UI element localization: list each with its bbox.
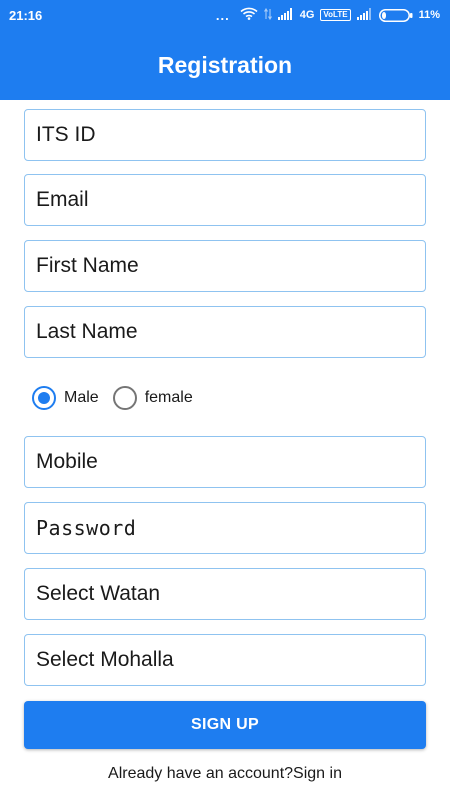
status-time: 21:16: [9, 7, 43, 23]
wifi-icon: [240, 7, 258, 23]
mohalla-select[interactable]: Select Mohalla: [24, 634, 426, 686]
signal-icon-2: [356, 7, 373, 23]
password-input[interactable]: Password: [24, 502, 426, 554]
gender-radio-group: Male female: [32, 384, 207, 412]
first-name-placeholder: First Name: [36, 254, 139, 277]
sign-up-label: SIGN UP: [191, 716, 259, 733]
email-placeholder: Email: [36, 188, 89, 211]
its-id-placeholder: ITS ID: [36, 123, 96, 146]
status-bar: 21:16 ... 4G VoLTE 11%: [0, 0, 450, 30]
data-arrows-icon: [263, 7, 272, 23]
male-radio[interactable]: [32, 386, 56, 410]
male-radio-label[interactable]: Male: [64, 389, 99, 407]
battery-percent: 11%: [418, 9, 440, 21]
last-name-input[interactable]: Last Name: [24, 306, 426, 358]
female-radio-label[interactable]: female: [145, 389, 193, 407]
sign-up-button[interactable]: SIGN UP: [24, 701, 426, 749]
overflow-dots: ...: [215, 7, 230, 23]
network-type: 4G: [299, 9, 315, 21]
first-name-input[interactable]: First Name: [24, 240, 426, 292]
mobile-placeholder: Mobile: [36, 450, 98, 473]
its-id-input[interactable]: ITS ID: [24, 109, 426, 161]
watan-select[interactable]: Select Watan: [24, 568, 426, 620]
page-title: Registration: [157, 51, 293, 78]
signal-icon: [277, 7, 294, 23]
battery-icon: [378, 8, 413, 22]
app-bar: Registration: [0, 30, 450, 100]
volte-badge: VoLTE: [320, 9, 351, 21]
mobile-input[interactable]: Mobile: [24, 436, 426, 488]
mohalla-select-value: Select Mohalla: [36, 648, 174, 671]
watan-select-value: Select Watan: [36, 582, 161, 605]
sign-in-link[interactable]: Already have an account?Sign in: [0, 765, 450, 783]
email-input[interactable]: Email: [24, 174, 426, 226]
female-radio[interactable]: [112, 386, 137, 410]
status-icons: ... 4G VoLTE 11%: [216, 7, 440, 23]
radio-selected-dot: [38, 392, 50, 404]
last-name-placeholder: Last Name: [36, 320, 138, 343]
password-placeholder: Password: [36, 516, 137, 540]
